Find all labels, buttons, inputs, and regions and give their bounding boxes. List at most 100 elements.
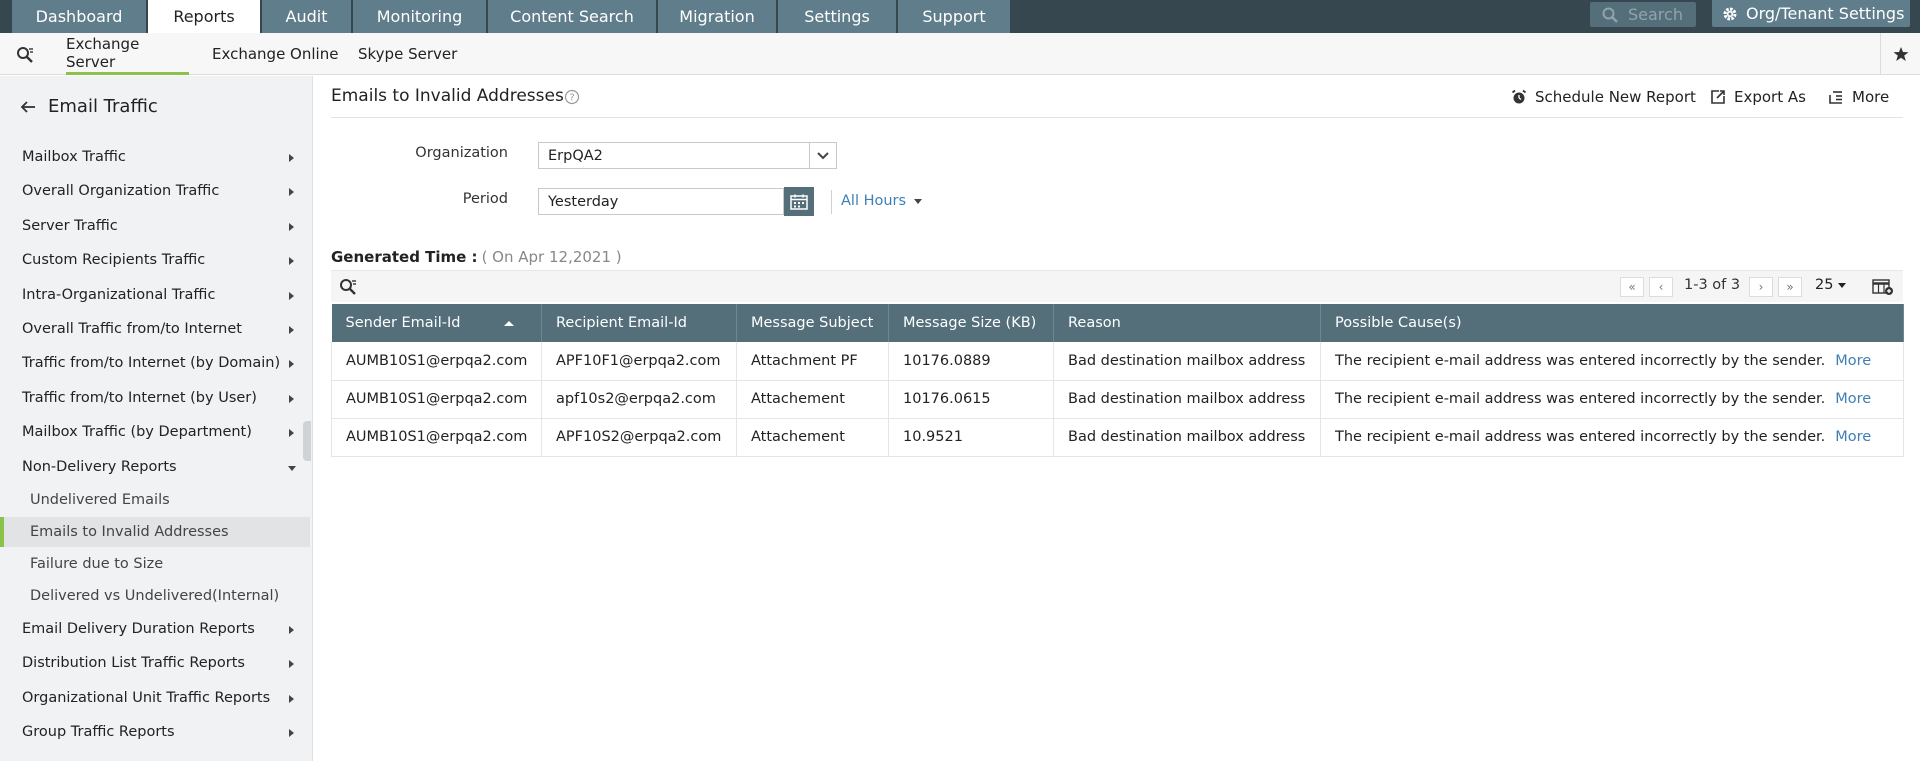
column-header-subject[interactable]: Message Subject [736, 304, 889, 342]
column-header-size[interactable]: Message Size (KB) [888, 304, 1054, 342]
tab-support[interactable]: Support [898, 0, 1010, 33]
search-filter-icon[interactable] [339, 278, 357, 296]
column-header-sender[interactable]: Sender Email-Id [331, 304, 542, 342]
sidebar-header[interactable]: Email Traffic [20, 96, 158, 117]
cell-reason: Bad destination mailbox address [1053, 380, 1321, 419]
column-header-possible-causes[interactable]: Possible Cause(s) [1320, 304, 1904, 342]
period-input[interactable]: Yesterday [538, 188, 784, 215]
chevron-down-icon [288, 466, 296, 471]
more-link[interactable]: More [1835, 429, 1871, 445]
page-title: Emails to Invalid Addresses [331, 86, 564, 106]
back-arrow-icon[interactable] [20, 100, 36, 114]
search-icon [1602, 7, 1618, 23]
chevron-right-icon [289, 729, 294, 737]
sidebar-subitem-undelivered-emails[interactable]: Undelivered Emails [0, 485, 310, 515]
cell-size: 10.9521 [888, 418, 1054, 457]
sidebar-item-server-traffic[interactable]: Server Traffic [0, 212, 310, 240]
more-link[interactable]: More [1835, 391, 1871, 407]
sidebar-item-label: Mailbox Traffic [22, 149, 126, 165]
org-tenant-settings-label: Org/Tenant Settings [1746, 4, 1905, 23]
sidebar-item-email-delivery-duration[interactable]: Email Delivery Duration Reports [0, 615, 310, 643]
table-header-row: Sender Email-Id Recipient Email-Id Messa… [331, 304, 1904, 342]
calendar-button[interactable] [784, 187, 814, 216]
generated-time: Generated Time :( On Apr 12,2021 ) [331, 248, 622, 266]
tab-reports[interactable]: Reports [148, 0, 260, 33]
tab-migration[interactable]: Migration [658, 0, 776, 33]
organization-select[interactable]: ErpQA2 [538, 142, 810, 169]
sidebar-item-organizational-unit-traffic[interactable]: Organizational Unit Traffic Reports [0, 684, 310, 712]
organization-dropdown-button[interactable] [809, 142, 837, 169]
page-size-dropdown[interactable]: 25 [1815, 277, 1847, 293]
last-page-button[interactable]: » [1778, 277, 1802, 297]
sidebar-subitem-emails-to-invalid-addresses[interactable]: Emails to Invalid Addresses [0, 517, 310, 547]
cell-recipient: APF10S2@erpqa2.com [541, 418, 737, 457]
tab-monitoring[interactable]: Monitoring [353, 0, 486, 33]
sidebar-collapse-handle[interactable] [303, 421, 311, 461]
cell-reason: Bad destination mailbox address [1053, 418, 1321, 457]
tab-dashboard[interactable]: Dashboard [12, 0, 146, 33]
more-actions-label: More [1852, 88, 1890, 106]
sidebar-item-label: Email Delivery Duration Reports [22, 621, 255, 637]
column-header-reason[interactable]: Reason [1053, 304, 1321, 342]
first-page-button[interactable]: « [1620, 277, 1644, 297]
tab-audit[interactable]: Audit [262, 0, 351, 33]
chevron-right-icon [289, 626, 294, 634]
help-icon[interactable]: ? [564, 89, 580, 105]
cell-possible-cause: The recipient e-mail address was entered… [1320, 418, 1904, 457]
sidebar-item-label: Intra-Organizational Traffic [22, 287, 216, 303]
period-value: Yesterday [548, 193, 619, 210]
previous-page-button[interactable]: ‹ [1649, 277, 1673, 297]
more-link[interactable]: More [1835, 353, 1871, 369]
generated-time-label: Generated Time : [331, 248, 478, 266]
next-page-button[interactable]: › [1749, 277, 1773, 297]
all-hours-dropdown[interactable]: All Hours [841, 193, 923, 209]
double-chevron-left-icon: « [1628, 280, 1636, 294]
cell-possible-cause: The recipient e-mail address was entered… [1320, 380, 1904, 419]
column-header-recipient[interactable]: Recipient Email-Id [541, 304, 737, 342]
sidebar-subitem-failure-due-to-size[interactable]: Failure due to Size [0, 549, 310, 579]
export-as-button[interactable]: Export As [1710, 88, 1806, 106]
column-header-label: Recipient Email-Id [556, 315, 687, 331]
schedule-new-report-button[interactable]: Schedule New Report [1511, 88, 1696, 106]
sidebar-subitem-delivered-vs-undelivered[interactable]: Delivered vs Undelivered(Internal) [0, 581, 310, 611]
sidebar-item-non-delivery-reports[interactable]: Non-Delivery Reports [0, 453, 310, 481]
subtab-exchange-server[interactable]: Exchange Server [66, 33, 189, 75]
global-search-input[interactable]: Search [1590, 2, 1696, 27]
cause-text: The recipient e-mail address was entered… [1335, 391, 1826, 407]
subtab-exchange-online[interactable]: Exchange Online [212, 33, 338, 75]
sidebar-item-mailbox-traffic[interactable]: Mailbox Traffic [0, 143, 310, 171]
cell-size: 10176.0889 [888, 342, 1054, 381]
column-header-label: Reason [1068, 315, 1121, 331]
chevron-right-icon: › [1758, 280, 1764, 294]
sidebar-item-group-traffic[interactable]: Group Traffic Reports [0, 718, 310, 746]
star-icon [1893, 47, 1908, 61]
organization-label: Organization [415, 145, 508, 161]
chevron-right-icon [289, 695, 294, 703]
favorite-button[interactable] [1880, 33, 1920, 75]
chevron-right-icon [289, 188, 294, 196]
sidebar-item-distribution-list-traffic[interactable]: Distribution List Traffic Reports [0, 649, 310, 677]
schedule-new-report-label: Schedule New Report [1535, 88, 1696, 106]
sidebar-item-label: Overall Organization Traffic [22, 183, 220, 199]
search-filter-icon[interactable] [16, 46, 34, 64]
sidebar-item-overall-organization-traffic[interactable]: Overall Organization Traffic [0, 177, 310, 205]
sidebar-item-overall-traffic-internet[interactable]: Overall Traffic from/to Internet [0, 315, 310, 343]
column-header-label: Possible Cause(s) [1335, 315, 1462, 331]
sidebar-title: Email Traffic [48, 96, 158, 117]
sidebar-item-custom-recipients-traffic[interactable]: Custom Recipients Traffic [0, 246, 310, 274]
tab-content-search[interactable]: Content Search [488, 0, 656, 33]
subtab-skype-server[interactable]: Skype Server [358, 33, 457, 75]
sidebar-item-label: Custom Recipients Traffic [22, 252, 206, 268]
sidebar-item-mailbox-traffic-by-department[interactable]: Mailbox Traffic (by Department) [0, 418, 310, 446]
alarm-clock-icon [1511, 89, 1527, 104]
more-actions-button[interactable]: More [1828, 88, 1889, 106]
sidebar-item-intra-organizational-traffic[interactable]: Intra-Organizational Traffic [0, 281, 310, 309]
chevron-right-icon [289, 429, 294, 437]
sidebar-item-traffic-internet-by-domain[interactable]: Traffic from/to Internet (by Domain) [0, 349, 310, 377]
sidebar-item-traffic-internet-by-user[interactable]: Traffic from/to Internet (by User) [0, 384, 310, 412]
column-chooser-icon[interactable] [1872, 278, 1894, 296]
org-tenant-settings-button[interactable]: Org/Tenant Settings [1712, 0, 1910, 27]
top-navigation: Dashboard Reports Audit Monitoring Conte… [0, 0, 1920, 33]
cell-recipient: apf10s2@erpqa2.com [541, 380, 737, 419]
tab-settings[interactable]: Settings [778, 0, 896, 33]
